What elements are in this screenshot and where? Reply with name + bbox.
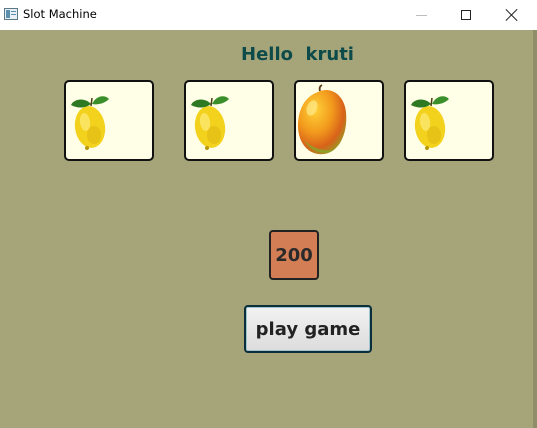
lemon-icon [71, 96, 109, 150]
app-icon [4, 8, 18, 20]
window-title: Slot Machine [23, 7, 97, 21]
reel-3 [294, 80, 384, 161]
slot-machine-window: Slot Machine Hello kruti 200 play game [0, 0, 537, 428]
maximize-button[interactable] [443, 0, 489, 30]
lemon-icon [411, 96, 449, 150]
close-button[interactable] [489, 0, 535, 30]
reel-1 [64, 80, 154, 161]
lemon-icon [191, 96, 229, 150]
close-icon [506, 9, 518, 21]
minimize-button[interactable] [398, 0, 444, 30]
title-bar[interactable]: Slot Machine [0, 0, 537, 30]
mango-icon [298, 84, 347, 155]
maximize-icon [461, 10, 471, 20]
credit-display: 200 [269, 230, 319, 280]
window-edge [533, 30, 537, 428]
reel-2 [184, 80, 274, 161]
greeting-label: Hello kruti [241, 44, 354, 65]
reel-4 [404, 80, 494, 161]
play-game-button[interactable]: play game [244, 305, 372, 353]
minimize-icon [415, 14, 427, 16]
